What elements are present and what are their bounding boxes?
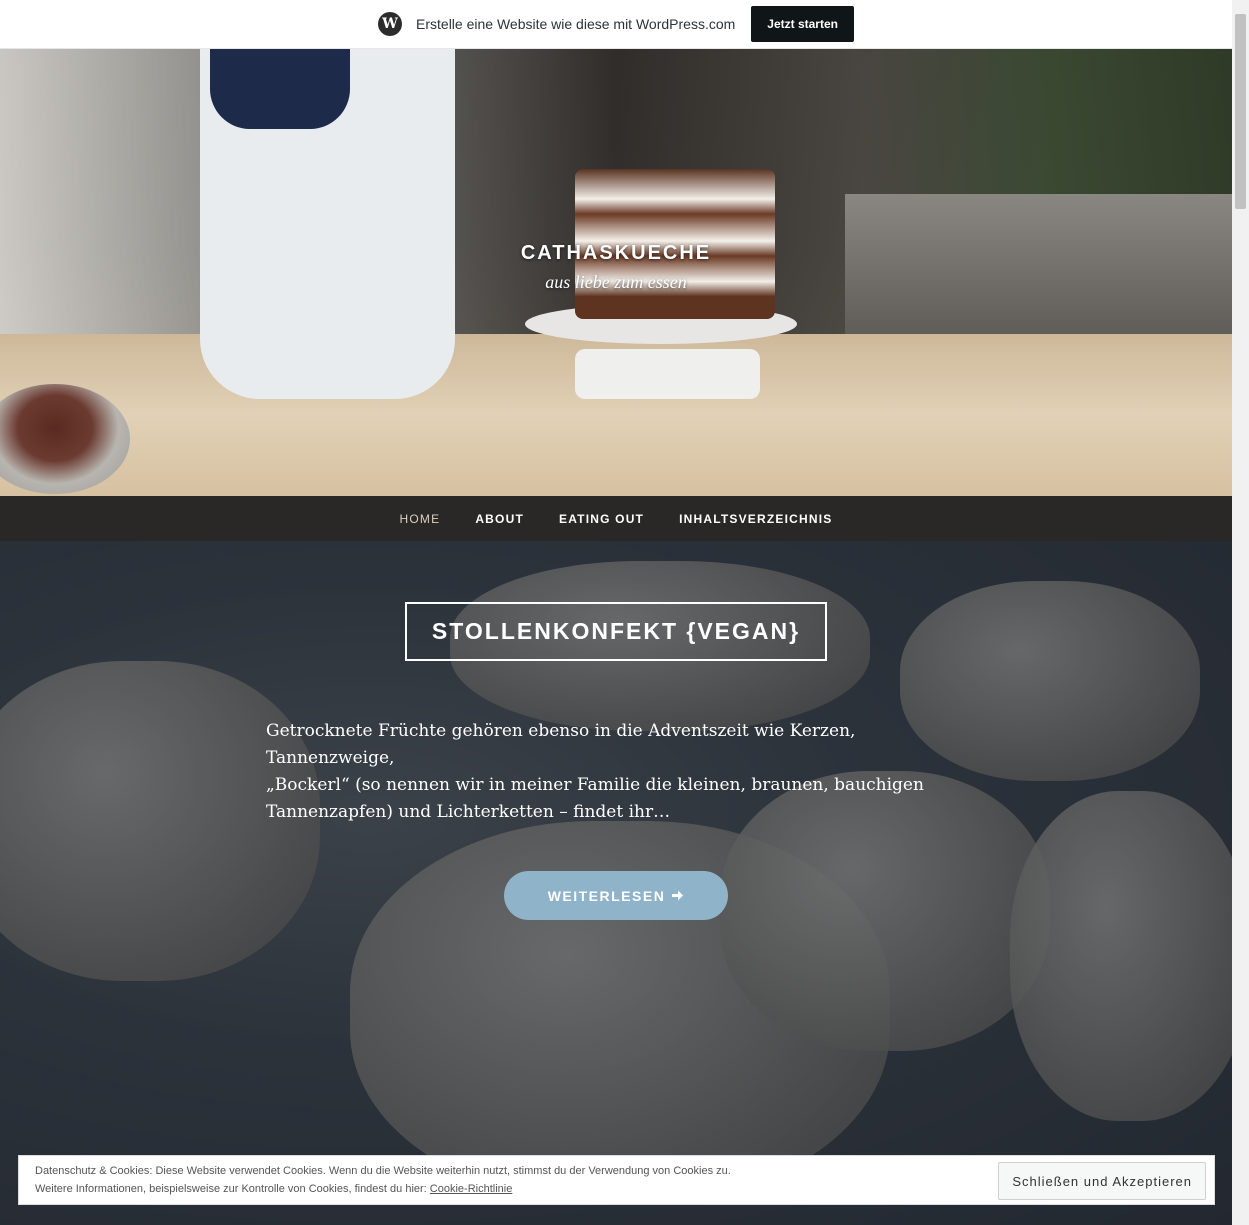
nav-item-about[interactable]: ABOUT — [475, 512, 524, 526]
wordpress-logo-icon[interactable]: W — [378, 12, 403, 36]
post-excerpt: Getrocknete Früchte gehören ebenso in di… — [266, 721, 924, 822]
post-title[interactable]: STOLLENKONFEKT {VEGAN} — [432, 618, 800, 645]
accept-cookies-button[interactable]: Schließen und Akzeptieren — [998, 1162, 1206, 1200]
scrollbar[interactable] — [1232, 0, 1249, 1225]
get-started-button[interactable]: Jetzt starten — [751, 6, 854, 42]
cookie-policy-link[interactable]: Cookie-Richtlinie — [430, 1183, 513, 1195]
site-title[interactable]: CATHASKUECHE — [0, 242, 1232, 265]
site-tagline: aus liebe zum essen — [545, 272, 687, 292]
main-navigation: HOME ABOUT EATING OUT INHALTSVERZEICHNIS — [0, 496, 1232, 541]
post-title-frame[interactable]: STOLLENKONFEKT {VEGAN} — [405, 602, 827, 661]
header-image: CATHASKUECHE aus liebe zum essen — [0, 49, 1232, 496]
arrow-right-icon — [672, 890, 684, 901]
read-more-button[interactable]: WEITERLESEN — [504, 871, 728, 920]
cookie-consent-banner: Datenschutz & Cookies: Diese Website ver… — [18, 1155, 1215, 1205]
nav-item-home[interactable]: HOME — [400, 512, 441, 526]
cookie-consent-text: Datenschutz & Cookies: Diese Website ver… — [35, 1165, 731, 1195]
nav-item-eating-out[interactable]: EATING OUT — [559, 512, 644, 526]
scrollbar-thumb[interactable] — [1235, 14, 1246, 209]
featured-post: STOLLENKONFEKT {VEGAN} Getrocknete Früch… — [0, 541, 1232, 1225]
wordpress-promo-bar: W Erstelle eine Website wie diese mit Wo… — [0, 0, 1232, 49]
wordpress-promo-text: Erstelle eine Website wie diese mit Word… — [416, 16, 736, 32]
nav-item-inhaltsverzeichnis[interactable]: INHALTSVERZEICHNIS — [679, 512, 832, 526]
